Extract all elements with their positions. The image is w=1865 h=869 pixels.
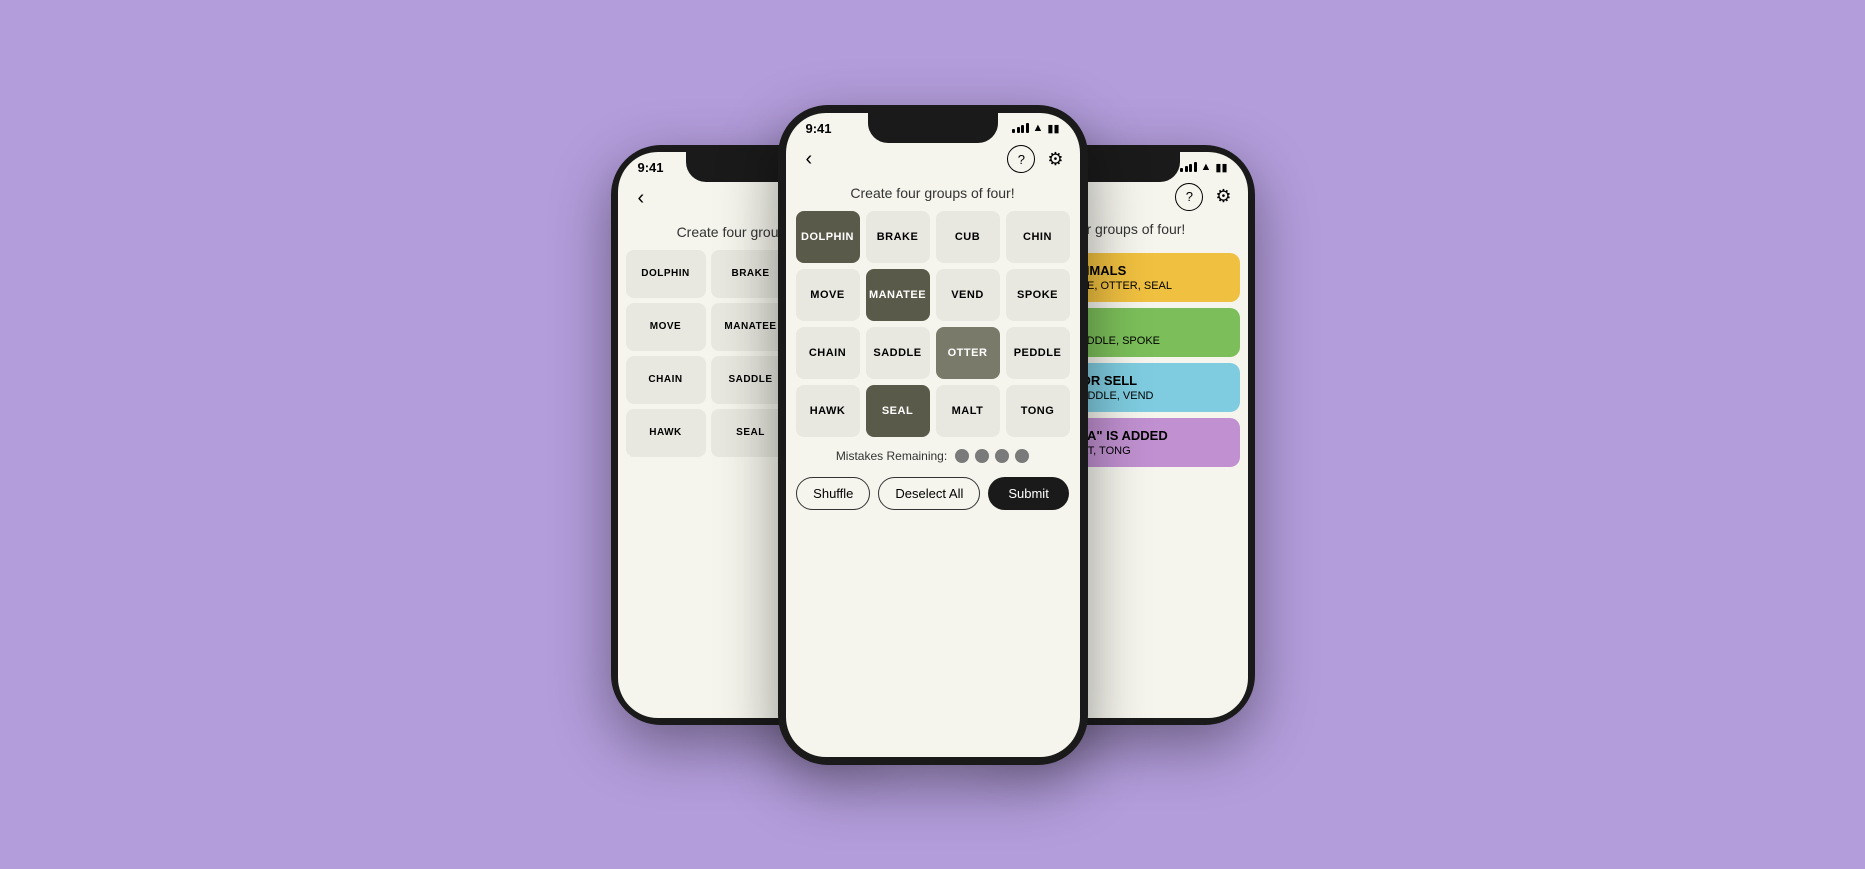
tile-seal-c[interactable]: SEAL [866, 385, 930, 437]
tile-move-c[interactable]: MOVE [796, 269, 860, 321]
tile-chain-c[interactable]: CHAIN [796, 327, 860, 379]
mistake-dots [955, 449, 1029, 463]
dot-2 [975, 449, 989, 463]
tile-otter-c[interactable]: OTTER [936, 327, 1000, 379]
word-grid-center: DOLPHIN BRAKE CUB CHIN MOVE MANATEE VEND… [786, 211, 1080, 437]
wifi-right: ▲ [1201, 161, 1212, 173]
submit-button[interactable]: Submit [988, 477, 1068, 510]
status-icons-right: ▲ ▮▮ [1180, 161, 1228, 174]
battery-right: ▮▮ [1215, 161, 1227, 174]
header-icons-center: ? ⚙ [1007, 145, 1063, 173]
tile-hawk-c[interactable]: HAWK [796, 385, 860, 437]
tile-cub-c[interactable]: CUB [936, 211, 1000, 263]
tile-chin-c[interactable]: CHIN [1006, 211, 1070, 263]
tile-spoke-c[interactable]: SPOKE [1006, 269, 1070, 321]
tile-saddle-c[interactable]: SADDLE [866, 327, 930, 379]
bottom-buttons: Shuffle Deselect All Submit [786, 471, 1080, 516]
back-button-center[interactable]: ‹ [802, 144, 817, 175]
settings-button[interactable]: ⚙ [1047, 149, 1063, 170]
status-icons-center: ▲ ▮▮ [1012, 122, 1060, 135]
mistakes-label: Mistakes Remaining: [836, 449, 947, 463]
shuffle-button[interactable]: Shuffle [796, 477, 870, 510]
tile-brake-c[interactable]: BRAKE [866, 211, 930, 263]
time-left: 9:41 [638, 160, 664, 175]
dot-3 [995, 449, 1009, 463]
settings-button-right[interactable]: ⚙ [1215, 186, 1231, 207]
signal-right [1180, 162, 1197, 172]
phone-center: 9:41 ▲ ▮▮ ‹ ? ⚙ Create four groups of fo… [778, 105, 1088, 765]
subtitle-center: Create four groups of four! [786, 181, 1080, 211]
tile-vend-c[interactable]: VEND [936, 269, 1000, 321]
help-button-right[interactable]: ? [1175, 183, 1203, 211]
dot-4 [1015, 449, 1029, 463]
header-icons-right: ? ⚙ [1175, 183, 1231, 211]
tile-malt-c[interactable]: MALT [936, 385, 1000, 437]
tile-peddle-c[interactable]: PEDDLE [1006, 327, 1070, 379]
deselect-all-button[interactable]: Deselect All [878, 477, 980, 510]
back-button-left[interactable]: ‹ [634, 183, 649, 214]
battery-center: ▮▮ [1047, 122, 1059, 135]
notch-center [868, 113, 998, 143]
time-center: 9:41 [806, 121, 832, 136]
mistakes-row: Mistakes Remaining: [786, 437, 1080, 471]
tile-chain-l[interactable]: CHAIN [626, 356, 706, 404]
tile-dolphin-l[interactable]: DOLPHIN [626, 250, 706, 298]
tile-hawk-l[interactable]: HAWK [626, 409, 706, 457]
tile-dolphin-c[interactable]: DOLPHIN [796, 211, 860, 263]
tile-move-l[interactable]: MOVE [626, 303, 706, 351]
signal-center [1012, 123, 1029, 133]
tile-manatee-c[interactable]: MANATEE [866, 269, 930, 321]
tile-tong-c[interactable]: TONG [1006, 385, 1070, 437]
help-button[interactable]: ? [1007, 145, 1035, 173]
dot-1 [955, 449, 969, 463]
wifi-center: ▲ [1033, 122, 1044, 134]
app-header-center: ‹ ? ⚙ [786, 140, 1080, 181]
